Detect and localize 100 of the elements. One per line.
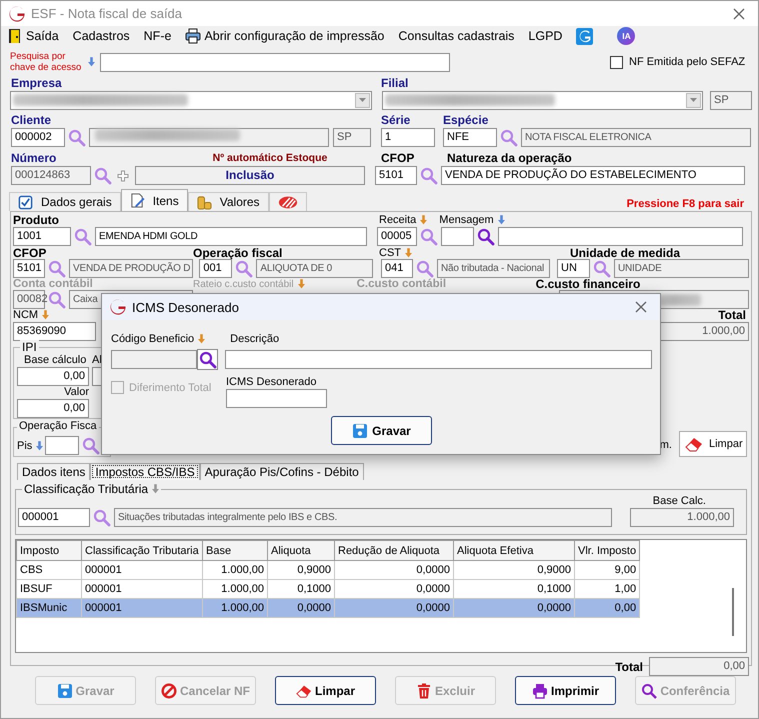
table-row[interactable]: CBS 000001 1.000,00 0,9000 0,0000 0,9000 9,00 xyxy=(16,560,640,580)
eraser-icon xyxy=(685,436,703,452)
tab[interactable] xyxy=(268,192,307,211)
text-field[interactable]: UNIDADE xyxy=(614,259,749,278)
text-field[interactable]: 000124863 xyxy=(11,166,91,185)
column-header[interactable]: Aliquota Efetiva xyxy=(454,540,574,560)
text-field[interactable]: 1 xyxy=(381,128,435,147)
text-field[interactable]: 1.000,00 xyxy=(630,508,734,527)
text-field[interactable]: 1.000,00 xyxy=(659,322,749,340)
down-arrow-icon xyxy=(198,334,206,344)
down-arrow-icon xyxy=(88,57,95,67)
table-cell: 0,0000 xyxy=(334,598,454,618)
field-label: Al xyxy=(92,354,102,366)
access-key-field[interactable] xyxy=(100,52,450,72)
text-field[interactable] xyxy=(498,227,743,246)
table-cell: CBS xyxy=(16,560,82,580)
group-title: Operação Fisca xyxy=(19,420,97,432)
table-cell: 9,00 xyxy=(574,560,640,580)
text-field[interactable]: EMENDA HDMI GOLD xyxy=(95,227,367,246)
field-label: Produto xyxy=(13,213,60,227)
menu-item[interactable]: Saída xyxy=(7,28,59,44)
trash-icon xyxy=(416,682,432,698)
field-label: Pis xyxy=(17,440,32,452)
scrollbar[interactable] xyxy=(732,588,734,636)
menu-item[interactable]: NF-e xyxy=(144,29,172,43)
menu-item[interactable]: LGPD xyxy=(528,29,562,43)
action-button[interactable]: Limpar xyxy=(275,676,376,705)
text-field[interactable]: 000001 xyxy=(18,508,90,527)
checkbox[interactable] xyxy=(610,56,623,68)
menu-item[interactable]: Cadastros xyxy=(72,29,130,43)
field-label: C.custo contábil xyxy=(356,278,448,290)
action-button[interactable]: Imprimir xyxy=(515,676,616,705)
column-header[interactable]: Classificação Tributaria xyxy=(82,540,202,560)
search-icon xyxy=(641,682,658,698)
text-field[interactable] xyxy=(45,436,80,455)
text-field[interactable] xyxy=(225,350,652,369)
column-header[interactable]: Base xyxy=(202,540,268,560)
field-label: Natureza da operação xyxy=(447,151,572,165)
close-icon[interactable] xyxy=(635,301,647,313)
dropdown-arrow-icon[interactable] xyxy=(359,98,366,102)
branch-dropdown[interactable] xyxy=(382,90,703,110)
text-field[interactable]: 001 xyxy=(199,259,232,278)
column-header[interactable]: Vlr. Imposto xyxy=(574,540,640,560)
company-dropdown[interactable] xyxy=(10,90,372,110)
dropdown-arrow-icon[interactable] xyxy=(690,98,697,102)
client-name-field[interactable] xyxy=(89,128,329,147)
clear-button[interactable]: Limpar xyxy=(679,431,747,457)
table-cell: IBSMunic xyxy=(16,598,82,618)
text-field[interactable] xyxy=(226,389,327,408)
table-cell: 1.000,00 xyxy=(202,560,268,580)
text-field[interactable]: SP xyxy=(333,128,371,147)
column-header[interactable]: Imposto xyxy=(16,540,82,560)
text-field[interactable]: VENDA DE PRODUÇÃO DO ESTABELECIMENTO xyxy=(441,166,745,185)
field-label: Espécie xyxy=(443,113,488,127)
text-field[interactable]: 00005 xyxy=(377,227,417,246)
plus-icon[interactable] xyxy=(117,170,129,182)
text-field[interactable]: 0,00 xyxy=(17,367,89,386)
close-icon[interactable] xyxy=(733,8,745,20)
field-label: Receita xyxy=(379,214,416,226)
text-field[interactable]: NOTA FISCAL ELETRONICA xyxy=(521,128,751,147)
text-field[interactable]: 041 xyxy=(381,259,413,278)
text-field[interactable]: 1001 xyxy=(13,227,71,246)
field-label: Unidade de medida xyxy=(570,246,680,260)
tab[interactable]: Apuração Pis/Cofins - Débito xyxy=(200,463,364,480)
field-label: Rateio c.custo contábil xyxy=(193,278,294,290)
tab[interactable]: Dados gerais xyxy=(9,192,121,211)
text-field[interactable]: 0,00 xyxy=(17,399,89,418)
text-field[interactable]: 5101 xyxy=(375,166,417,185)
text-field[interactable]: VENDA DE PRODUÇÃO D xyxy=(69,259,193,278)
field-label: Operação fiscal xyxy=(193,246,284,260)
exit-hint: Pressione F8 para sair xyxy=(626,198,744,210)
text-field[interactable]: Não tributada - Nacional xyxy=(437,259,550,278)
column-header[interactable]: Aliquota xyxy=(268,540,334,560)
tab[interactable]: Impostos CBS/IBS xyxy=(90,463,200,480)
text-field[interactable] xyxy=(111,350,197,369)
text-field[interactable]: 5101 xyxy=(13,259,45,278)
field-label: Cliente xyxy=(11,113,52,127)
text-field[interactable]: SP xyxy=(710,90,752,110)
table-cell: 1.000,00 xyxy=(202,598,268,618)
tab[interactable]: Dados itens xyxy=(17,463,90,480)
app-logo-icon[interactable] xyxy=(576,28,594,44)
save-button[interactable]: Gravar xyxy=(331,416,432,445)
field-label: NCM xyxy=(13,309,38,321)
field-label: Série xyxy=(381,113,412,127)
text-field[interactable]: 85369090 xyxy=(13,322,96,340)
column-header[interactable]: Redução de Aliquota xyxy=(334,540,454,560)
tab[interactable]: Valores xyxy=(188,192,269,211)
text-field[interactable] xyxy=(441,227,474,246)
menu-item[interactable]: Consultas cadastrais xyxy=(398,29,514,43)
text-field[interactable]: Situações tributadas integralmente pelo IBS e CBS. xyxy=(114,508,612,527)
menu-item[interactable]: Abrir configuração de impressão xyxy=(185,28,384,44)
text-field[interactable]: NFE xyxy=(443,128,497,147)
text-field[interactable]: 000002 xyxy=(11,128,65,147)
table-row[interactable]: IBSMunic 000001 1.000,00 0,0000 0,0000 0,0000 0,00 xyxy=(16,598,640,618)
text-field[interactable]: UN xyxy=(557,259,590,278)
text-field[interactable]: ALIQUOTA DE 0 xyxy=(256,259,374,278)
search-icon[interactable] xyxy=(477,228,495,246)
text-field[interactable]: 0,00 xyxy=(649,657,749,676)
tab[interactable]: Itens xyxy=(120,189,188,211)
assistant-button[interactable]: IA xyxy=(617,27,636,45)
